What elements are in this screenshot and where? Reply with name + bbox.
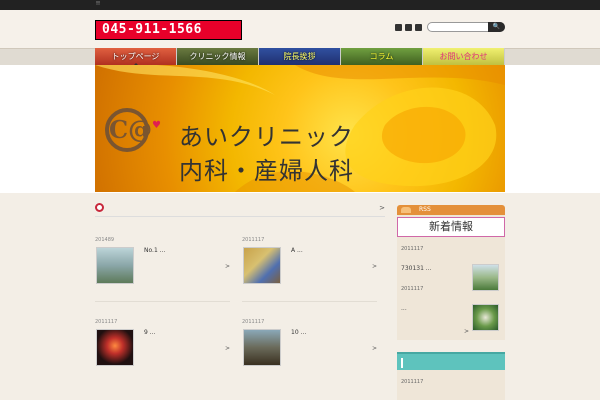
clinic-logo: C@ bbox=[105, 108, 152, 152]
news-title[interactable]: 730131 ... bbox=[401, 265, 432, 272]
section-bullet-icon bbox=[95, 203, 104, 212]
facebook-icon[interactable] bbox=[405, 24, 412, 31]
post-card[interactable]: 2011117 10 ... > bbox=[242, 319, 377, 384]
secondary-widget: 2011117 bbox=[397, 352, 505, 400]
post-arrow[interactable]: > bbox=[225, 263, 230, 270]
heart-icon: ♥ bbox=[152, 120, 161, 131]
post-thumbnail[interactable] bbox=[243, 329, 281, 366]
post-title[interactable]: 9 ... bbox=[144, 329, 155, 336]
section-more-link[interactable]: > bbox=[379, 204, 385, 212]
nav-item-column[interactable]: コラム bbox=[341, 48, 423, 65]
news-date: 2011117 bbox=[401, 246, 424, 252]
nav-item-greeting[interactable]: 院長挨拶 bbox=[259, 48, 341, 65]
rss-header[interactable]: RSS bbox=[397, 205, 505, 215]
rss-feed-icon bbox=[401, 207, 411, 213]
nav-item-contact[interactable]: お問い合わせ bbox=[423, 48, 505, 65]
post-arrow[interactable]: > bbox=[372, 263, 377, 270]
post-date: 2011117 bbox=[95, 319, 118, 325]
header bbox=[0, 10, 600, 48]
secondary-widget-header bbox=[397, 352, 505, 370]
main-nav: トップページ クリニック情報 院長挨拶 コラム お問い合わせ bbox=[95, 48, 505, 66]
nav-item-clinic-info[interactable]: クリニック情報 bbox=[177, 48, 259, 65]
phone-number: 045-911-1566 bbox=[102, 22, 202, 37]
twitter-icon[interactable] bbox=[395, 24, 402, 31]
post-title[interactable]: 10 ... bbox=[291, 329, 306, 336]
news-title[interactable]: ... bbox=[401, 305, 407, 312]
news-heading: 新着情報 bbox=[397, 217, 505, 237]
search-icon: 🔍 bbox=[492, 23, 501, 30]
phone-number-banner[interactable]: 045-911-1566 bbox=[95, 20, 242, 40]
rss-label: RSS bbox=[419, 206, 431, 213]
post-date: 2011117 bbox=[242, 319, 265, 325]
search-button[interactable]: 🔍 bbox=[488, 22, 505, 32]
post-thumbnail[interactable] bbox=[96, 329, 134, 366]
clinic-departments: 内科・産婦人科 bbox=[179, 157, 354, 185]
post-date: 2011117 bbox=[242, 237, 265, 243]
news-date: 2011117 bbox=[401, 286, 424, 292]
posts-section-header: > bbox=[95, 201, 385, 217]
post-card[interactable]: 2011117 A ... > bbox=[242, 237, 377, 302]
post-arrow[interactable]: > bbox=[225, 345, 230, 352]
post-thumbnail[interactable] bbox=[243, 247, 281, 284]
news-thumbnail[interactable] bbox=[472, 264, 499, 291]
widget-date: 2011117 bbox=[401, 379, 424, 385]
clinic-name: あいクリニック bbox=[179, 123, 354, 151]
news-thumbnail[interactable] bbox=[472, 304, 499, 331]
hero-banner: C@ ♥ あいクリニック 内科・産婦人科 bbox=[95, 65, 505, 192]
post-title[interactable]: A ... bbox=[291, 247, 303, 254]
top-bar: !! bbox=[0, 0, 600, 10]
rss-icon[interactable] bbox=[415, 24, 422, 31]
post-card[interactable]: 201489 No.1 ... > bbox=[95, 237, 230, 302]
post-title[interactable]: No.1 ... bbox=[144, 247, 165, 254]
header-marker-icon bbox=[401, 358, 403, 368]
news-more-link[interactable]: > bbox=[464, 328, 469, 335]
post-thumbnail[interactable] bbox=[96, 247, 134, 284]
top-bar-text: !! bbox=[96, 1, 101, 7]
post-date: 201489 bbox=[95, 237, 115, 243]
post-arrow[interactable]: > bbox=[372, 345, 377, 352]
post-card[interactable]: 2011117 9 ... > bbox=[95, 319, 230, 384]
news-widget: 新着情報 2011117 730131 ... 2011117 ... > bbox=[397, 215, 505, 340]
nav-item-top[interactable]: トップページ bbox=[95, 48, 177, 66]
